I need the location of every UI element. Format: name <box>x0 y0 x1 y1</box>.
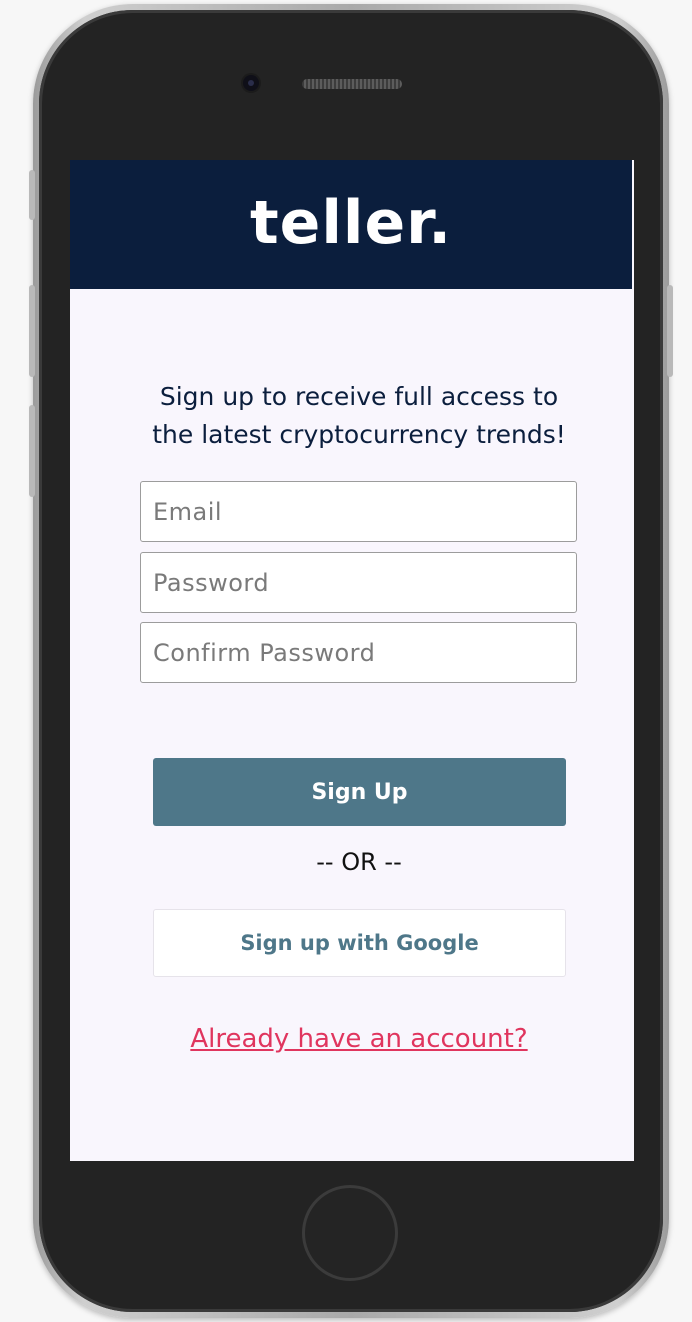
tagline-line-1: Sign up to receive full access to <box>159 382 559 411</box>
confirm-password-field[interactable] <box>140 622 577 683</box>
email-field[interactable] <box>140 481 577 542</box>
volume-down-button <box>29 405 35 497</box>
google-sign-up-button[interactable]: Sign up with Google <box>153 909 566 977</box>
app-header: teller. <box>70 160 632 289</box>
teller-logo: teller. <box>249 187 453 258</box>
login-link[interactable]: Already have an account? <box>70 1024 634 1054</box>
camera-icon <box>243 75 259 91</box>
app-screen: teller. Sign up to receive full access t… <box>70 160 634 1161</box>
home-button[interactable] <box>302 1185 398 1281</box>
sign-up-button[interactable]: Sign Up <box>153 758 566 826</box>
signup-tagline: Sign up to receive full access to the la… <box>70 378 634 454</box>
or-divider: -- OR -- <box>316 848 402 876</box>
speaker-grille <box>302 79 402 89</box>
volume-up-button <box>29 285 35 377</box>
power-button <box>667 285 673 377</box>
tagline-line-2: the latest cryptocurrency trends! <box>152 420 566 449</box>
password-field[interactable] <box>140 552 577 613</box>
mute-switch <box>29 170 35 220</box>
